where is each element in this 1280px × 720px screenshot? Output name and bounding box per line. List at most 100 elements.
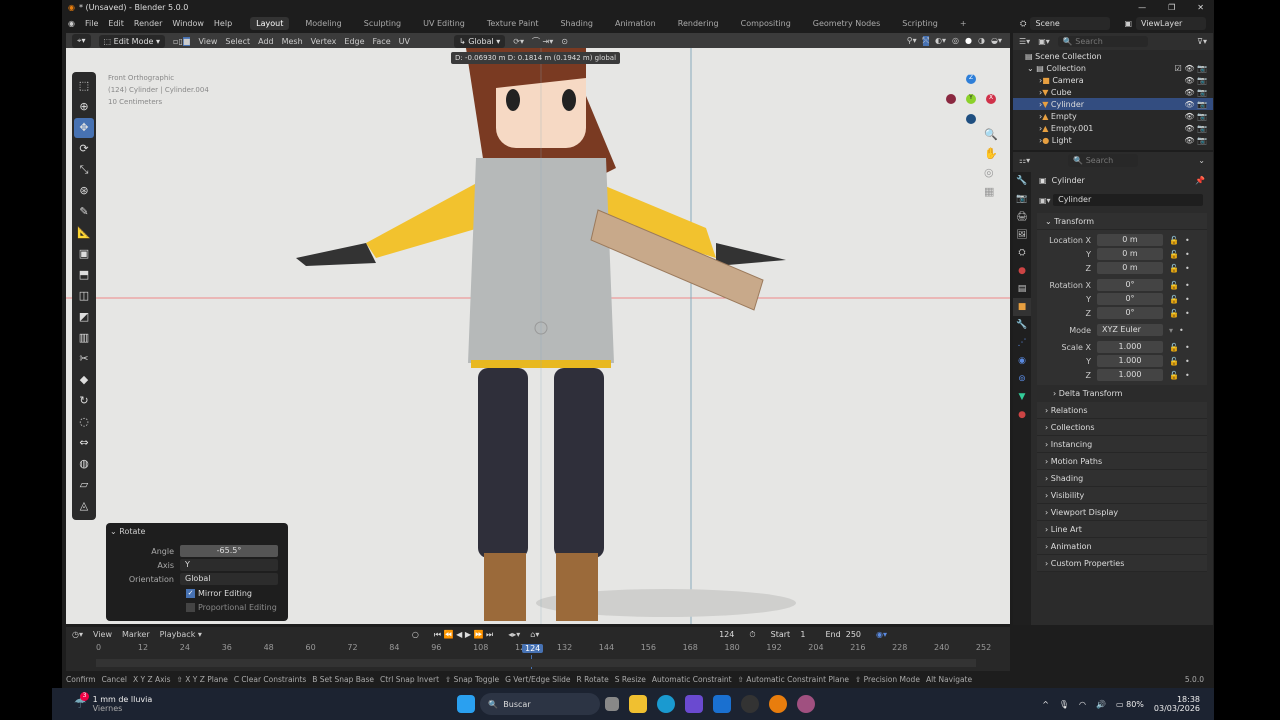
file-explorer-icon[interactable] bbox=[629, 695, 648, 713]
shading-rendered-icon[interactable]: ◒▾ bbox=[991, 36, 1002, 46]
keyframe-nav-icon[interactable]: ◂▸▾ bbox=[508, 630, 520, 639]
start-frame-field[interactable]: Start 1 bbox=[765, 628, 811, 641]
gizmo-toggle-icon[interactable]: ⚲▾ bbox=[907, 36, 917, 46]
outliner-item-cylinder[interactable]: › ▼ Cylinder 👁 📷 bbox=[1013, 98, 1213, 110]
transform-panel-header[interactable]: ⌄ Transform bbox=[1037, 213, 1207, 230]
pin-icon[interactable]: 📌 bbox=[1195, 176, 1213, 185]
gizmo-y[interactable]: Y bbox=[966, 94, 976, 104]
tab-layout[interactable]: Layout bbox=[250, 17, 290, 30]
scene-collection-row[interactable]: ▤ Scene Collection bbox=[1013, 50, 1213, 62]
section-line-art[interactable]: › Line Art bbox=[1037, 521, 1207, 538]
mode-selector[interactable]: ⬚ Edit Mode ▾ bbox=[98, 34, 166, 48]
proportional-icon[interactable]: ⊙ bbox=[561, 37, 568, 46]
microphone-icon[interactable]: 🎙 bbox=[1059, 700, 1069, 709]
outlook-icon[interactable] bbox=[713, 695, 732, 713]
section-relations[interactable]: › Relations bbox=[1037, 402, 1207, 419]
blender-menu-icon[interactable]: ◉ bbox=[68, 19, 75, 28]
outliner-item-empty-001[interactable]: › ▲ Empty.001 👁 📷 bbox=[1013, 122, 1213, 134]
proton-vpn-icon[interactable] bbox=[685, 695, 704, 713]
menu-vertex[interactable]: Vertex bbox=[311, 37, 337, 46]
taskbar-search[interactable]: 🔍 Buscar bbox=[480, 693, 601, 715]
outliner-item-empty[interactable]: › ▲ Empty 👁 📷 bbox=[1013, 110, 1213, 122]
pivot-icon[interactable]: ⟳▾ bbox=[513, 37, 524, 46]
section-instancing[interactable]: › Instancing bbox=[1037, 436, 1207, 453]
weather-widget[interactable]: ☂ 3 1 mm de lluvia Viernes bbox=[52, 692, 152, 713]
camera-view-icon[interactable]: ◎ bbox=[984, 166, 998, 179]
keyframe-dot-icon[interactable]: • bbox=[1185, 371, 1190, 380]
outliner-item-cube[interactable]: › ▼ Cube 👁 📷 bbox=[1013, 86, 1213, 98]
tab-shading[interactable]: Shading bbox=[554, 17, 599, 30]
media-player-icon[interactable] bbox=[797, 695, 816, 713]
orientation-dropdown[interactable]: Global bbox=[180, 573, 278, 585]
timeline-editor-icon[interactable]: ◷▾ bbox=[72, 630, 83, 639]
lock-icon[interactable]: 🔓 bbox=[1169, 371, 1179, 380]
view-layer-selector[interactable]: ViewLayer bbox=[1136, 17, 1206, 30]
options-icon[interactable]: ⌄ bbox=[1198, 156, 1213, 165]
proportional-editing-checkbox[interactable] bbox=[186, 602, 195, 612]
section-motion-paths[interactable]: › Motion Paths bbox=[1037, 453, 1207, 470]
inset-tool-icon[interactable]: ◫ bbox=[74, 286, 94, 306]
cursor-tool-icon[interactable]: ⊕ bbox=[74, 97, 94, 117]
filter-view-icon[interactable]: ▣▾ bbox=[1038, 37, 1050, 46]
menu-edit[interactable]: Edit bbox=[108, 19, 124, 28]
menu-view[interactable]: View bbox=[198, 37, 217, 46]
tab-animation[interactable]: Animation bbox=[609, 17, 662, 30]
keyframe-dot-icon[interactable]: • bbox=[1185, 264, 1190, 273]
axis-dropdown[interactable]: Y bbox=[180, 559, 278, 571]
field-value[interactable]: 0 m bbox=[1097, 234, 1163, 246]
lock-icon[interactable]: 🔓 bbox=[1169, 343, 1179, 352]
playhead[interactable]: 124 bbox=[522, 644, 544, 653]
zoom-view-icon[interactable]: 🔍 bbox=[984, 128, 998, 141]
mode-dropdown-icon[interactable]: ▾ bbox=[1169, 326, 1173, 335]
3d-viewport[interactable]: ⬚ ⊕ ✥ ⟳ ⤡ ⊛ ✎ 📐 ▣ ⬒ ◫ ◩ ▥ ✂ ◆ ↻ ◌ ⇔ ◍ ▱ … bbox=[66, 48, 1010, 624]
output-tab-icon[interactable]: 🖨 bbox=[1013, 208, 1031, 226]
lock-icon[interactable]: 🔓 bbox=[1169, 357, 1179, 366]
current-frame-field[interactable]: 124 bbox=[699, 628, 740, 641]
measure-tool-icon[interactable]: 📐 bbox=[74, 223, 94, 243]
lock-icon[interactable]: 🔓 bbox=[1169, 236, 1179, 245]
shear-tool-icon[interactable]: ▱ bbox=[74, 475, 94, 495]
xray-icon[interactable]: ◐▾ bbox=[935, 36, 946, 46]
windows-start-icon[interactable] bbox=[457, 695, 476, 713]
tray-overflow-icon[interactable]: ^ bbox=[1042, 700, 1049, 709]
outliner-item-camera[interactable]: › ■ Camera 👁 📷 bbox=[1013, 74, 1213, 86]
lock-icon[interactable]: 🔓 bbox=[1169, 281, 1179, 290]
angle-field[interactable]: -65.5° bbox=[180, 545, 278, 557]
lock-icon[interactable]: 🔓 bbox=[1169, 264, 1179, 273]
tab-sculpting[interactable]: Sculpting bbox=[358, 17, 407, 30]
menu-mesh[interactable]: Mesh bbox=[282, 37, 303, 46]
timeline-menu-playback[interactable]: Playback ▾ bbox=[160, 630, 202, 639]
tab-geometry-nodes[interactable]: Geometry Nodes bbox=[807, 17, 886, 30]
menu-file[interactable]: File bbox=[85, 19, 98, 28]
editor-type-icon[interactable]: ⚏▾ bbox=[1019, 156, 1030, 165]
tool-tab-icon[interactable]: 🔧 bbox=[1013, 172, 1031, 190]
add-workspace-button[interactable]: + bbox=[954, 17, 973, 30]
menu-edge[interactable]: Edge bbox=[344, 37, 364, 46]
keyframe-dot-icon[interactable]: • bbox=[1185, 295, 1190, 304]
data-tab-icon[interactable]: ▼ bbox=[1013, 388, 1031, 406]
world-tab-icon[interactable]: ● bbox=[1013, 262, 1031, 280]
poly-build-tool-icon[interactable]: ◆ bbox=[74, 370, 94, 390]
shading-solid-icon[interactable]: ● bbox=[965, 36, 972, 46]
pan-view-icon[interactable]: ✋ bbox=[984, 147, 998, 160]
shading-material-icon[interactable]: ◑ bbox=[978, 36, 985, 46]
menu-help[interactable]: Help bbox=[214, 19, 232, 28]
end-frame-field[interactable]: End 250 bbox=[820, 628, 867, 641]
edge-slide-tool-icon[interactable]: ⇔ bbox=[74, 433, 94, 453]
object-name-field[interactable]: Cylinder bbox=[1053, 194, 1204, 206]
snap-icon[interactable]: ⌒ ⇥▾ bbox=[532, 36, 553, 47]
keyframe-dot-icon[interactable]: • bbox=[1179, 326, 1184, 335]
minimize-button[interactable]: — bbox=[1138, 3, 1146, 12]
shrink-tool-icon[interactable]: ◍ bbox=[74, 454, 94, 474]
edge-icon[interactable] bbox=[657, 695, 676, 713]
field-value[interactable]: 0° bbox=[1097, 293, 1163, 305]
navigation-gizmo[interactable]: Z X Y bbox=[946, 74, 996, 124]
lock-icon[interactable]: 🔓 bbox=[1169, 250, 1179, 259]
editor-type-button[interactable]: ⌖▾ bbox=[72, 34, 91, 48]
section-visibility[interactable]: › Visibility bbox=[1037, 487, 1207, 504]
properties-search[interactable]: 🔍 Search bbox=[1068, 154, 1139, 167]
tab-modeling[interactable]: Modeling bbox=[299, 17, 347, 30]
tab-compositing[interactable]: Compositing bbox=[735, 17, 797, 30]
gizmo-z[interactable]: Z bbox=[966, 74, 976, 84]
playback-controls[interactable]: ⏮ ⏪ ◀ ▶ ⏩ ⏭ bbox=[428, 627, 499, 642]
